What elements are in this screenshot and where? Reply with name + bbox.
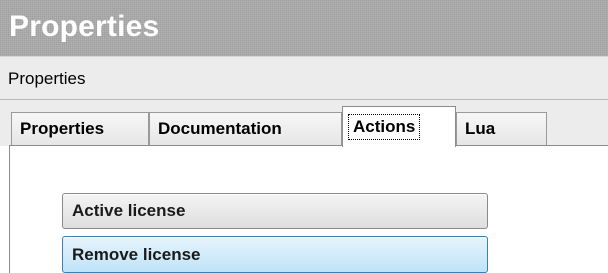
tab-properties-label: Properties [20, 119, 105, 138]
tab-properties[interactable]: Properties [11, 112, 149, 145]
title-bar: Properties [0, 0, 608, 56]
properties-subheader: Properties [0, 56, 608, 100]
tab-lua-label: Lua [465, 119, 496, 138]
tab-documentation[interactable]: Documentation [149, 112, 342, 145]
window-title: Properties [9, 10, 160, 43]
active-license-label: Active license [72, 201, 186, 220]
subheader-label: Properties [8, 69, 86, 88]
remove-license-label: Remove license [72, 244, 201, 264]
tab-lua[interactable]: Lua [456, 112, 547, 145]
tab-documentation-label: Documentation [158, 119, 282, 138]
tab-actions-label: Actions [347, 114, 421, 140]
tab-actions[interactable]: Actions [342, 106, 456, 147]
active-license-button[interactable]: Active license [62, 193, 488, 229]
remove-license-button[interactable]: Remove license [62, 236, 488, 273]
